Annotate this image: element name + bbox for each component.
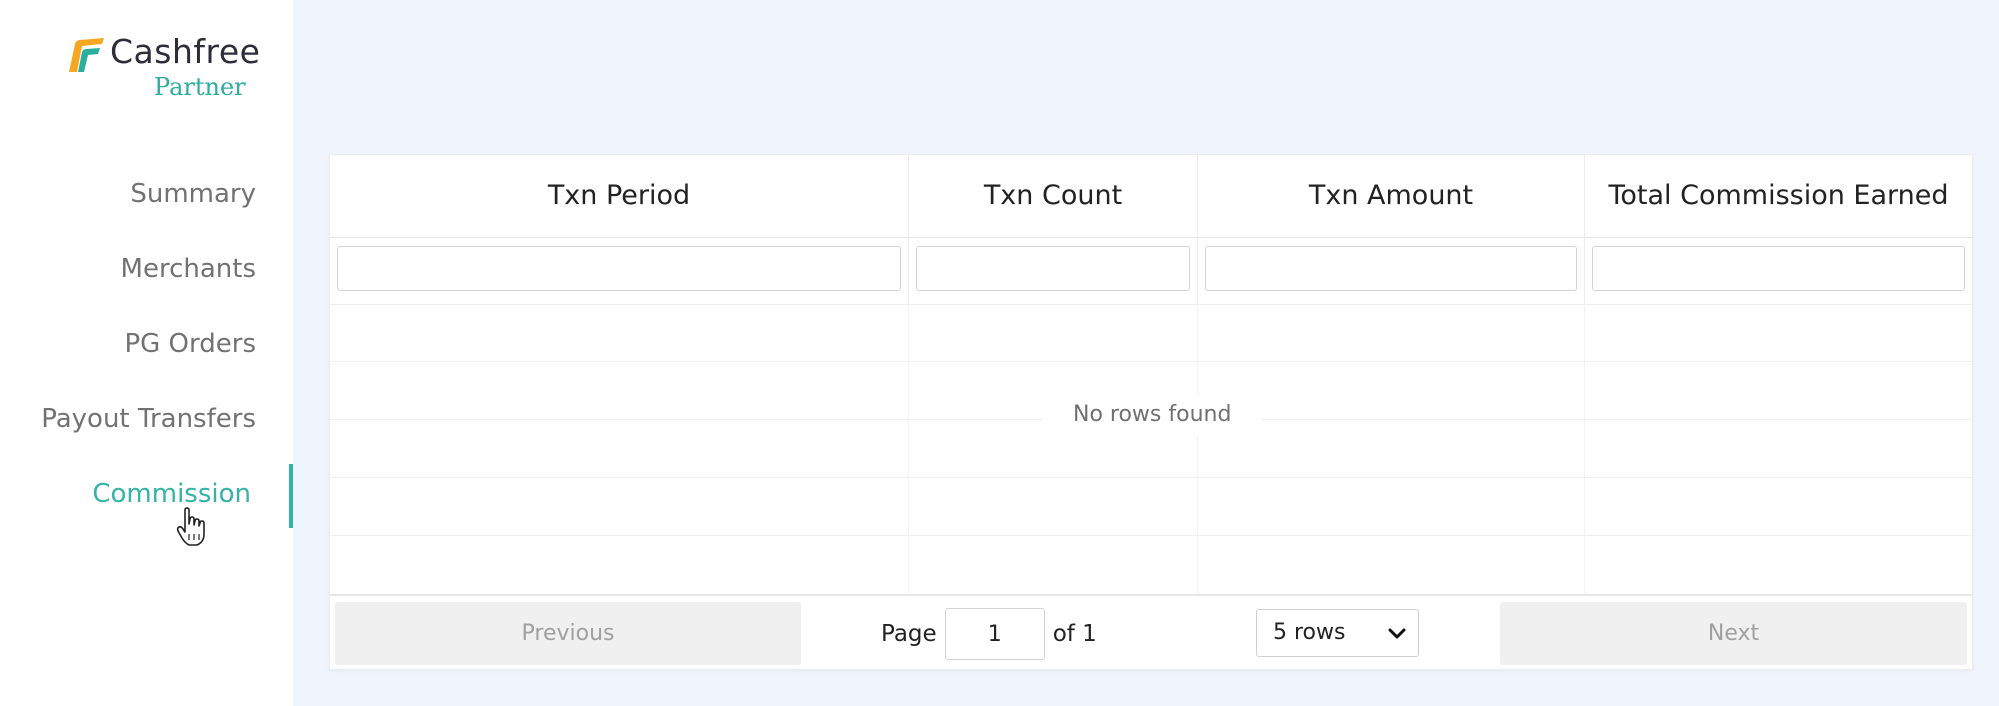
chevron-down-icon — [1388, 628, 1406, 639]
table-header: Txn Period Txn Count Txn Amount Total Co… — [330, 155, 1972, 238]
filter-cell — [330, 237, 909, 304]
sidebar-item-label: PG Orders — [124, 329, 256, 359]
table-cell — [1198, 304, 1585, 361]
sidebar-item-summary[interactable]: Summary — [0, 165, 293, 240]
table-cell — [1585, 304, 1972, 361]
table-cell — [330, 362, 909, 419]
filter-input-txn-period[interactable] — [337, 246, 901, 291]
filter-row — [330, 237, 1972, 305]
previous-button[interactable]: Previous — [335, 602, 801, 665]
table-cell — [909, 304, 1198, 361]
column-header-total-commission[interactable]: Total Commission Earned — [1585, 155, 1972, 237]
filter-cell — [1198, 237, 1585, 304]
rows-per-page-select[interactable]: 5 rows — [1256, 609, 1419, 657]
empty-state-text: No rows found — [1043, 395, 1262, 435]
page-info: Page of 1 — [881, 607, 1097, 661]
commission-table: Txn Period Txn Count Txn Amount Total Co… — [329, 154, 1973, 670]
sidebar: Cashfree Partner Summary Merchants PG Or… — [0, 0, 293, 706]
filter-cell — [909, 237, 1198, 304]
rows-per-page-value: 5 rows — [1273, 620, 1346, 645]
sidebar-item-commission[interactable]: Commission — [0, 464, 293, 540]
sidebar-item-merchants[interactable]: Merchants — [0, 240, 293, 315]
sidebar-item-label: Payout Transfers — [41, 404, 256, 434]
cashfree-logo-icon — [69, 38, 104, 72]
filter-cell — [1585, 237, 1972, 304]
page-total-label: of 1 — [1052, 621, 1097, 647]
table-cell — [909, 536, 1198, 594]
table-cell — [330, 478, 909, 535]
table-cell — [1198, 478, 1585, 535]
table-cell — [1585, 362, 1972, 419]
table-cell — [330, 420, 909, 477]
sidebar-nav: Summary Merchants PG Orders Payout Trans… — [0, 165, 293, 540]
sidebar-item-label: Commission — [92, 479, 251, 509]
app-root: Cashfree Partner Summary Merchants PG Or… — [0, 0, 1999, 706]
table-cell — [330, 304, 909, 361]
table-cell — [1585, 420, 1972, 477]
sidebar-item-label: Merchants — [120, 254, 256, 284]
table-row — [330, 536, 1972, 594]
table-row — [330, 304, 1972, 362]
brand-name: Cashfree — [110, 32, 261, 71]
filter-input-total-commission[interactable] — [1592, 246, 1965, 291]
table-cell — [1585, 478, 1972, 535]
brand-logo[interactable]: Cashfree Partner — [66, 32, 266, 112]
table-cell — [909, 478, 1198, 535]
column-header-txn-count[interactable]: Txn Count — [909, 155, 1198, 237]
table-body — [330, 304, 1972, 594]
column-header-txn-amount[interactable]: Txn Amount — [1198, 155, 1585, 237]
hand-pointer-icon — [176, 507, 205, 546]
table-cell — [1198, 536, 1585, 594]
table-cell — [1585, 536, 1972, 594]
table-row — [330, 478, 1972, 536]
filter-input-txn-amount[interactable] — [1205, 246, 1577, 291]
page-number-input[interactable] — [944, 608, 1045, 660]
filter-input-txn-count[interactable] — [916, 246, 1190, 291]
sidebar-item-payout-transfers[interactable]: Payout Transfers — [0, 390, 293, 465]
sidebar-item-pg-orders[interactable]: PG Orders — [0, 315, 293, 390]
pagination-bar: Previous Page of 1 5 rows Next — [330, 594, 1972, 669]
brand-subtitle: Partner — [154, 73, 246, 101]
table-cell — [330, 536, 909, 594]
column-header-txn-period[interactable]: Txn Period — [330, 155, 909, 237]
page-label: Page — [881, 621, 937, 647]
next-button[interactable]: Next — [1500, 602, 1967, 665]
sidebar-item-label: Summary — [130, 179, 256, 209]
